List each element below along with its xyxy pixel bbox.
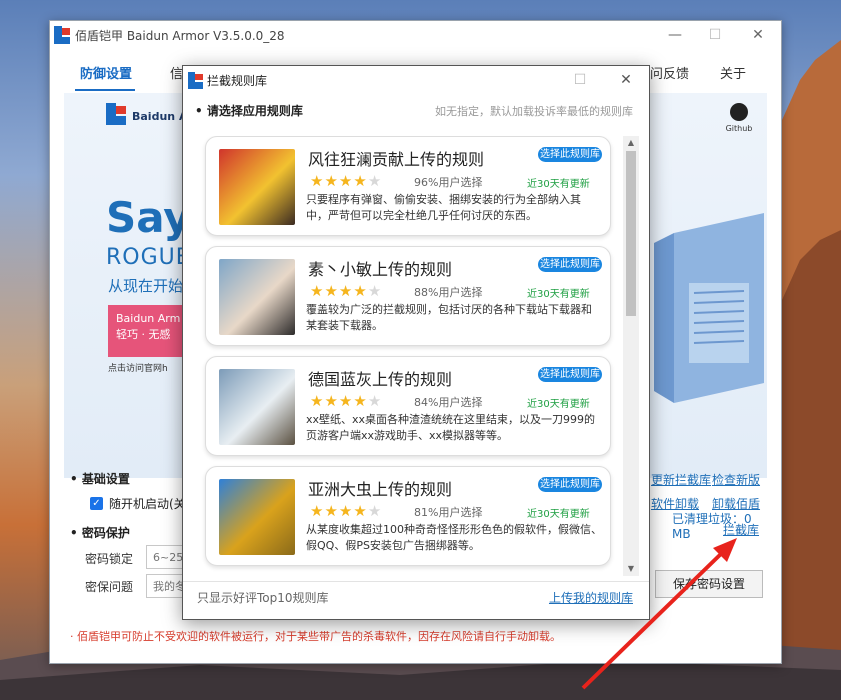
check-version-link[interactable]: 检查新版 (712, 471, 760, 488)
select-rule-button[interactable]: 选择此规则库 (538, 477, 602, 492)
banner-tagline: 从现在开始 (108, 277, 184, 295)
rule-author-avatar (219, 479, 295, 555)
star-icon: ★ (338, 392, 354, 410)
autostart-label: 随开机启动(关 (109, 497, 186, 511)
autostart-checkbox[interactable]: ✓ 随开机启动(关 (90, 495, 186, 512)
banner-headline: Say (106, 193, 191, 242)
star-icon: ★ (324, 282, 339, 300)
recent-update-badge: 近30天有更新 (527, 399, 590, 410)
select-rule-button[interactable]: 选择此规则库 (538, 147, 602, 162)
rating-stars: ★★★★★ (310, 502, 382, 520)
uninstall-baidun-link[interactable]: 卸载佰盾 (712, 495, 760, 512)
star-icon: ★ (353, 172, 368, 190)
star-icon: ★ (310, 502, 325, 520)
rule-card[interactable]: 亚洲大虫上传的规则 选择此规则库 ★★★★★ 81%用户选择 近30天有更新 从某度收集超… (205, 466, 611, 566)
choose-rules-hint: 如无指定，默认加载投诉率最低的规则库 (435, 105, 633, 118)
rating-stars: ★★★★★ (310, 282, 382, 300)
check-icon: ✓ (90, 497, 103, 510)
banner-subheadline: ROGUE (106, 245, 191, 270)
star-icon: ★ (353, 392, 368, 410)
star-icon: ★ (324, 502, 339, 520)
tab-defense-settings[interactable]: 防御设置 (80, 63, 132, 82)
star-icon: ★ (310, 282, 325, 300)
footer-warning: · 佰盾铠甲可防止不受欢迎的软件被运行，对于某些带广告的杀毒软件，因存在风险请自… (70, 630, 561, 643)
scroll-up-icon[interactable]: ▲ (623, 136, 639, 150)
github-link[interactable]: Github (719, 103, 759, 133)
dialog-title: 拦截规则库 (207, 74, 268, 88)
github-icon (730, 103, 748, 121)
dialog-maximize-button[interactable]: ☐ (565, 69, 595, 91)
star-icon: ★ (324, 172, 339, 190)
brand-logo-icon (106, 103, 126, 125)
dialog-logo-icon (188, 72, 203, 89)
software-uninstall-link[interactable]: 软件卸载 (651, 495, 699, 512)
rule-card-description: xx壁纸、xx桌面各种渣渣统统在这里结束，以及一刀999的页游客户端xx游戏助手… (306, 413, 596, 442)
rule-card-title: 亚洲大虫上传的规则 (308, 480, 453, 499)
rule-card[interactable]: 风往狂澜贡献上传的规则 选择此规则库 ★★★★★ 96%用户选择 近30天有更新 只要程序… (205, 136, 611, 236)
rule-card-title: 德国蓝灰上传的规则 (308, 370, 453, 389)
select-rule-button[interactable]: 选择此规则库 (538, 367, 602, 382)
rule-card-description: 只要程序有弹窗、偷偷安装、捆绑安装的行为全部纳入其中，严苛但可以完全杜绝几乎任何… (306, 193, 581, 222)
close-button[interactable]: ✕ (743, 25, 773, 45)
recent-update-badge: 近30天有更新 (527, 289, 590, 300)
rating-stars: ★★★★★ (310, 172, 382, 190)
choose-rules-heading: • 请选择应用规则库 (195, 104, 303, 118)
password-lock-label: 密码锁定 (85, 552, 134, 566)
user-choice-percent: 88%用户选择 (414, 286, 483, 299)
star-icon: ★ (367, 392, 383, 410)
star-icon: ★ (367, 282, 383, 300)
star-icon: ★ (324, 392, 339, 410)
password-protection-title: • 密码保护 (70, 526, 130, 540)
minimize-button[interactable]: — (660, 25, 690, 45)
select-rule-button[interactable]: 选择此规则库 (538, 257, 602, 272)
rule-card-list: 风往狂澜贡献上传的规则 选择此规则库 ★★★★★ 96%用户选择 近30天有更新 只要程序… (183, 136, 623, 576)
star-icon: ★ (353, 282, 368, 300)
rule-card[interactable]: 素丶小敏上传的规则 选择此规则库 ★★★★★ 88%用户选择 近30天有更新 覆盖较为广泛… (205, 246, 611, 346)
rule-author-avatar (219, 149, 295, 225)
server-illustration (654, 213, 764, 403)
active-tab-indicator (75, 89, 135, 91)
rule-card-description: 从某度收集超过100种奇奇怪怪形形色色的假软件，假微信、假QQ、假PS安装包广告… (306, 523, 602, 552)
star-icon: ★ (367, 172, 383, 190)
star-icon: ★ (338, 502, 354, 520)
update-rules-link[interactable]: 更新拦截库 (651, 471, 711, 488)
top10-filter-label[interactable]: 只显示好评Top10规则库 (197, 589, 329, 606)
rule-author-avatar (219, 259, 295, 335)
star-icon: ★ (338, 172, 354, 190)
rule-card-title: 风往狂澜贡献上传的规则 (308, 150, 485, 169)
pink-box-line1: Baidun Arm (116, 312, 181, 325)
pink-box-line2: 轻巧 · 无感 (116, 328, 171, 341)
tab-feedback[interactable]: 问反馈 (650, 63, 689, 82)
dialog-close-button[interactable]: ✕ (611, 69, 641, 91)
rule-author-avatar (219, 369, 295, 445)
basic-settings-title: • 基础设置 (70, 472, 130, 486)
star-icon: ★ (338, 282, 354, 300)
user-choice-percent: 84%用户选择 (414, 396, 483, 409)
banner-pink-box: Baidun Arm 轻巧 · 无感 (108, 305, 188, 357)
github-label: Github (725, 124, 753, 133)
scroll-thumb[interactable] (626, 151, 636, 316)
user-choice-percent: 96%用户选择 (414, 176, 483, 189)
star-icon: ★ (310, 172, 325, 190)
scrollbar[interactable]: ▲ ▼ (623, 136, 639, 576)
rule-card-description: 覆盖较为广泛的拦截规则，包括讨厌的各种下载站下载器和某套装下载器。 (306, 303, 592, 332)
visit-website-link[interactable]: 点击访问官网h (108, 361, 168, 374)
tab-about[interactable]: 关于 (720, 63, 746, 82)
recent-update-badge: 近30天有更新 (527, 179, 590, 190)
maximize-button[interactable]: ☐ (700, 25, 730, 45)
user-choice-percent: 81%用户选择 (414, 506, 483, 519)
security-question-label: 密保问题 (85, 580, 134, 594)
window-title: 佰盾铠甲 Baidun Armor V3.5.0.0_28 (75, 29, 285, 43)
rating-stars: ★★★★★ (310, 392, 382, 410)
recent-update-badge: 近30天有更新 (527, 509, 590, 520)
star-icon: ★ (353, 502, 368, 520)
app-logo-icon (54, 26, 70, 44)
rule-card[interactable]: 德国蓝灰上传的规则 选择此规则库 ★★★★★ 84%用户选择 近30天有更新 xx壁纸、x… (205, 356, 611, 456)
star-icon: ★ (310, 392, 325, 410)
title-bar: 佰盾铠甲 Baidun Armor V3.5.0.0_28 — ☐ ✕ (50, 21, 781, 49)
annotation-arrow (581, 538, 737, 690)
star-icon: ★ (367, 502, 383, 520)
rule-card-title: 素丶小敏上传的规则 (308, 260, 453, 279)
